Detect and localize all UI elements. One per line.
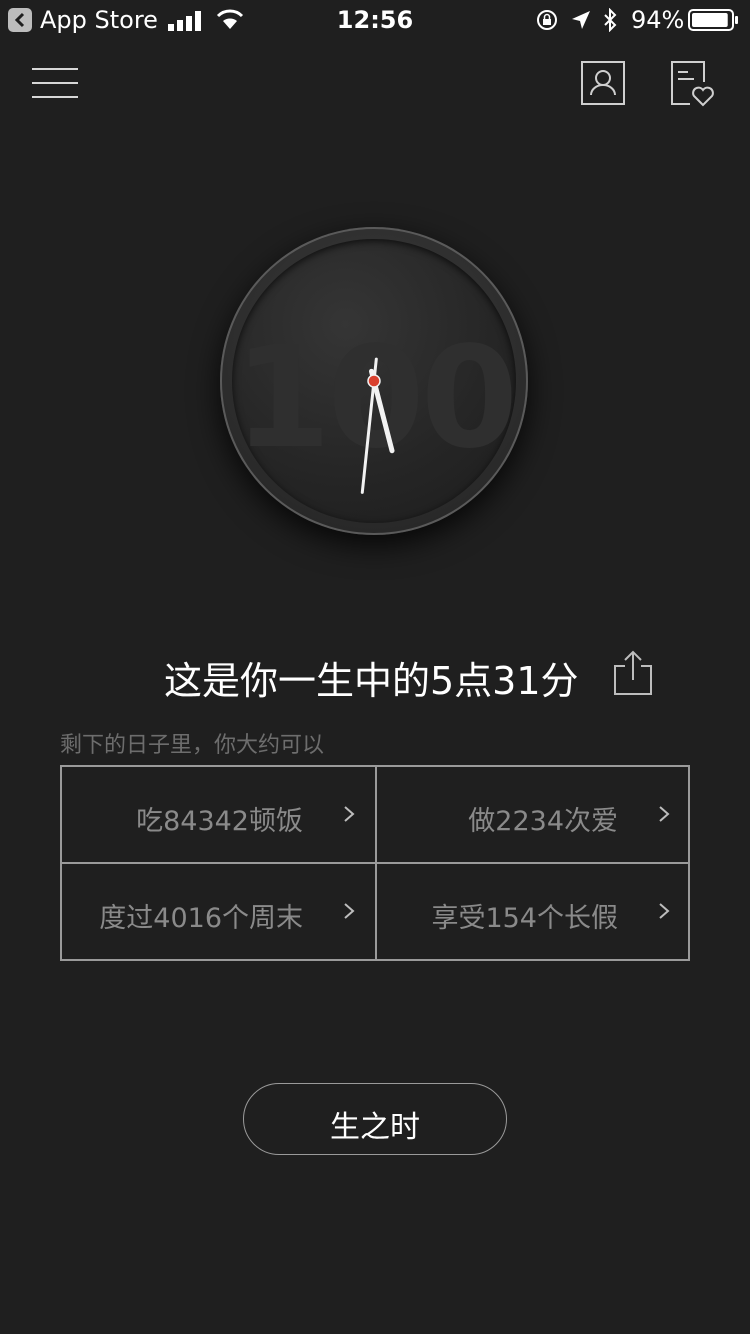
stat-label: 度过4016个周末	[99, 903, 303, 934]
chevron-right-icon	[344, 903, 355, 919]
stat-cell-love[interactable]: 做2234次爱	[377, 767, 690, 862]
stat-label: 吃84342顿饭	[136, 806, 303, 837]
status-bar: App Store 12:56 94%	[0, 0, 750, 40]
battery-percent: 94%	[631, 6, 685, 34]
life-stats-grid: 吃84342顿饭 做2234次爱 度过4016个周末 享受154个长假	[60, 765, 690, 961]
chevron-right-icon	[659, 903, 670, 919]
user-profile-button[interactable]	[581, 61, 625, 105]
share-icon	[614, 650, 652, 695]
stat-label: 做2234次爱	[468, 806, 618, 837]
bluetooth-icon	[604, 8, 617, 32]
favorites-list-icon	[671, 61, 714, 107]
life-clock: 100	[220, 227, 528, 535]
share-button[interactable]	[612, 650, 654, 696]
stat-cell-meals[interactable]: 吃84342顿饭	[62, 767, 375, 862]
clock-hands	[360, 357, 395, 494]
orientation-lock-icon	[537, 10, 557, 30]
favorites-list-button[interactable]	[668, 60, 716, 108]
life-time-button-label: 生之时	[330, 1110, 420, 1145]
hamburger-menu-button[interactable]	[32, 66, 78, 102]
clock-center-dot	[367, 374, 381, 388]
battery-icon	[688, 9, 738, 31]
stat-cell-holidays[interactable]: 享受154个长假	[377, 864, 690, 959]
chevron-right-icon	[659, 806, 670, 822]
clock-face: 100	[232, 239, 516, 523]
stat-cell-weekends[interactable]: 度过4016个周末	[62, 864, 375, 959]
life-time-caption: 这是你一生中的5点31分	[164, 659, 579, 703]
stat-label: 享受154个长假	[431, 903, 618, 934]
user-profile-icon	[590, 70, 616, 96]
remaining-days-subtitle: 剩下的日子里，你大约可以	[60, 733, 325, 758]
life-time-button[interactable]: 生之时	[243, 1083, 507, 1155]
location-icon	[572, 11, 590, 29]
chevron-right-icon	[344, 806, 355, 822]
